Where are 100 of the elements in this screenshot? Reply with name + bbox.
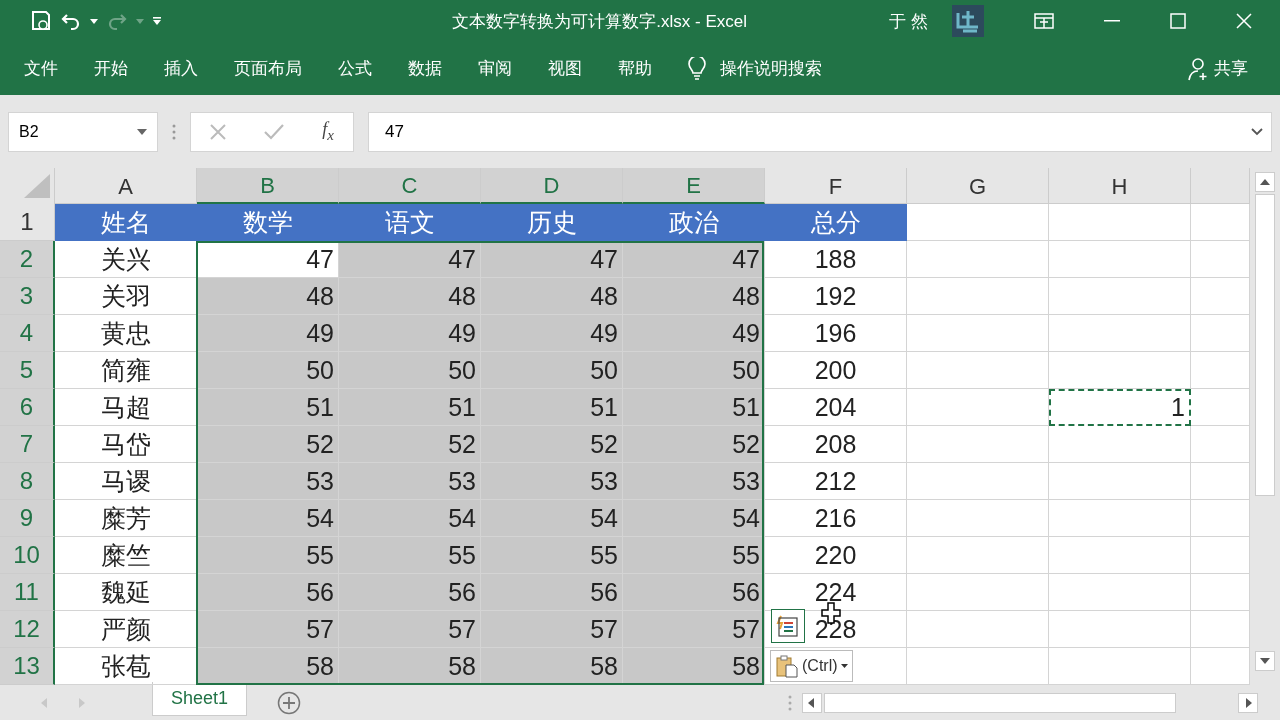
expand-icon[interactable]: [1251, 127, 1263, 136]
table-cell: 53: [197, 463, 339, 500]
ribbon-tab[interactable]: 插入: [164, 57, 198, 80]
header-cell: 姓名: [55, 204, 197, 241]
empty-cell: [1191, 537, 1250, 574]
caret-icon[interactable]: [90, 18, 98, 24]
window-title: 文本数字转换为可计算数字.xlsx - Excel: [451, 10, 748, 33]
quick-analysis-icon[interactable]: [771, 609, 805, 643]
table-cell: 52: [339, 426, 481, 463]
table-cell: 58: [339, 648, 481, 685]
avatar-icon[interactable]: [952, 5, 984, 37]
empty-cell: [1191, 426, 1250, 463]
sheet-tab[interactable]: Sheet1: [152, 681, 248, 716]
tell-me-search[interactable]: 操作说明搜索: [720, 57, 822, 80]
table-cell: 48: [339, 278, 481, 315]
row-header[interactable]: 1: [0, 204, 55, 241]
table-cell: 55: [339, 537, 481, 574]
ribbon-tab[interactable]: 公式: [338, 57, 372, 80]
caret-icon[interactable]: [137, 128, 147, 135]
table-cell: 49: [623, 315, 765, 352]
row-header[interactable]: 11: [0, 574, 55, 611]
header-cell: 政治: [623, 204, 765, 241]
row-header[interactable]: 8: [0, 463, 55, 500]
ribbon-tab[interactable]: 审阅: [478, 57, 512, 80]
row-header[interactable]: 9: [0, 500, 55, 537]
table-cell: 54: [623, 500, 765, 537]
table-cell: 52: [197, 426, 339, 463]
paste-options-button[interactable]: (Ctrl): [770, 650, 853, 682]
ribbon-tab[interactable]: 数据: [408, 57, 442, 80]
scroll-down-icon[interactable]: [1255, 651, 1275, 671]
column-header[interactable]: B: [197, 168, 339, 204]
column-header[interactable]: G: [907, 168, 1049, 204]
ribbon-display-icon[interactable]: [1034, 13, 1054, 29]
row-header[interactable]: 10: [0, 537, 55, 574]
table-cell: 57: [197, 611, 339, 648]
table-cell: 188: [765, 241, 907, 278]
maximize-icon[interactable]: [1170, 13, 1186, 29]
row-header[interactable]: 7: [0, 426, 55, 463]
table-cell: 关羽: [55, 278, 197, 315]
header-cell: 历史: [481, 204, 623, 241]
table-cell: 51: [623, 389, 765, 426]
table-cell: 53: [623, 463, 765, 500]
row-header[interactable]: 4: [0, 315, 55, 352]
add-sheet-icon[interactable]: [277, 690, 302, 715]
grip-icon: [172, 123, 176, 140]
name-box[interactable]: B2: [8, 111, 158, 152]
table-cell: 56: [339, 574, 481, 611]
customize-icon[interactable]: [152, 16, 162, 26]
table-cell: 马岱: [55, 426, 197, 463]
table-cell: 1: [1049, 389, 1191, 426]
table-cell: 48: [623, 278, 765, 315]
table-cell: 220: [765, 537, 907, 574]
scrollbar-thumb[interactable]: [824, 692, 1176, 713]
ribbon-tab[interactable]: 页面布局: [234, 57, 302, 80]
ribbon-tab[interactable]: 开始: [94, 57, 128, 80]
table-cell: 58: [481, 648, 623, 685]
table-cell: 47: [339, 241, 481, 278]
scroll-left-icon[interactable]: [802, 692, 822, 713]
table-cell: 马谡: [55, 463, 197, 500]
table-cell: 200: [765, 352, 907, 389]
insert-function-button[interactable]: f$_{x}$: [322, 119, 334, 144]
table-cell: 50: [481, 352, 623, 389]
row-header[interactable]: 13: [0, 648, 55, 685]
row-header[interactable]: 6: [0, 389, 55, 426]
share-button[interactable]: 共享: [1188, 56, 1248, 81]
formula-input[interactable]: 47: [368, 111, 1272, 152]
column-header[interactable]: C: [339, 168, 481, 204]
table-cell: 55: [623, 537, 765, 574]
close-icon[interactable]: [1236, 13, 1252, 29]
scroll-right-icon[interactable]: [1238, 692, 1258, 713]
lightbulb-icon[interactable]: [688, 56, 706, 81]
row-header[interactable]: 3: [0, 278, 55, 315]
table-cell: 48: [481, 278, 623, 315]
autosave-icon[interactable]: [30, 10, 52, 32]
scrollbar-thumb[interactable]: [1255, 194, 1275, 496]
table-cell: 54: [481, 500, 623, 537]
table-cell: 55: [197, 537, 339, 574]
row-header[interactable]: 5: [0, 352, 55, 389]
empty-cell: [1191, 389, 1250, 426]
scroll-up-icon[interactable]: [1255, 172, 1275, 192]
table-cell: 204: [765, 389, 907, 426]
table-cell: 53: [339, 463, 481, 500]
table-cell: 50: [197, 352, 339, 389]
table-cell: 52: [481, 426, 623, 463]
table-cell: 关兴: [55, 241, 197, 278]
row-header[interactable]: 12: [0, 611, 55, 648]
column-header[interactable]: D: [481, 168, 623, 204]
column-header[interactable]: E: [623, 168, 765, 204]
table-cell: 208: [765, 426, 907, 463]
ribbon-tab[interactable]: 帮助: [618, 57, 652, 80]
table-cell: 47: [623, 241, 765, 278]
table-cell: 216: [765, 500, 907, 537]
table-cell: 58: [197, 648, 339, 685]
empty-cell: [1191, 278, 1250, 315]
table-cell: 黄忠: [55, 315, 197, 352]
column-header[interactable]: H: [1049, 168, 1191, 204]
table-cell: 57: [339, 611, 481, 648]
row-header[interactable]: 2: [0, 241, 55, 278]
ribbon-tab[interactable]: 视图: [548, 57, 582, 80]
ribbon-tab[interactable]: 文件: [24, 57, 58, 80]
